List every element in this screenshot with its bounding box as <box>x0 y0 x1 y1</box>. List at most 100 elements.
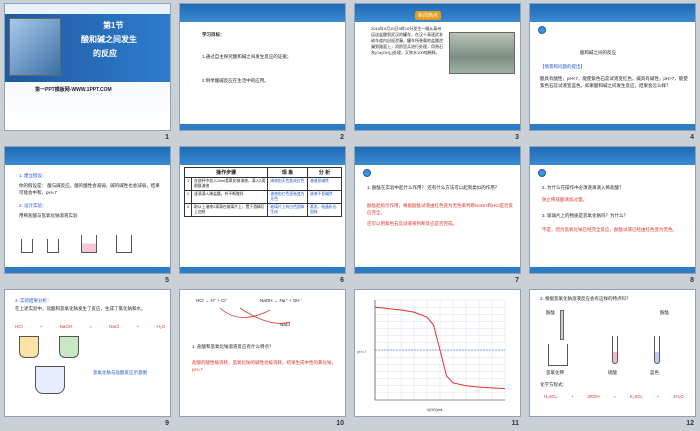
diagram-label: 氢氧化钠与盐酸反应示意图 <box>93 370 147 375</box>
test-tube-1 <box>612 336 618 364</box>
eq-term: = <box>89 324 93 329</box>
dropper-1 <box>560 310 564 340</box>
slide-6[interactable]: 操作步骤 现 象 分 析 1 在烧杯中加入10ml氢氧化钠溶液，滴入2滴酚酞溶液… <box>179 146 346 274</box>
eq-term: + <box>39 324 43 329</box>
ref-line-label: pH=7 <box>357 350 367 354</box>
slide-header-bar <box>180 147 345 165</box>
slide-footer-bar <box>355 267 520 273</box>
col-header: 分 析 <box>306 167 343 178</box>
table-header-row: 操作步骤 现 象 分 析 <box>183 167 343 178</box>
slide-title-2: 酸和碱之间发生 <box>81 35 137 44</box>
slide-footer-bar <box>180 124 345 130</box>
slide-number: 3 <box>515 134 519 141</box>
label-koh: 氢氧化钾 <box>546 370 564 375</box>
table-cell: 溶液显碱性 <box>306 177 343 191</box>
slide-5[interactable]: 1. 建立假设： 你的假设是： 酸与碱反应，酸的酸性会减弱，碱的碱性也会减弱，结… <box>4 146 171 274</box>
apparatus-diagram <box>21 225 141 253</box>
slide-header-bar <box>530 147 695 165</box>
slide-header-bar <box>355 147 520 165</box>
eq-term: H₂SO₄ <box>544 394 558 399</box>
design-text: 用稀盐酸与氢氧化钠溶液实验 <box>19 213 78 218</box>
eq-term: 2KOH <box>587 394 600 399</box>
slide-thumb-2[interactable]: 学习目标： 1.通过自主探究酸和碱之间发生反应的证据； 2.例举酸碱反应在生活中… <box>177 2 348 141</box>
label-blue: 蓝色 <box>650 370 659 375</box>
answer-2: 还可以用紫色石蕊试液来判断反应是否完成。 <box>367 221 457 226</box>
equation-row: H₂SO₄ + 2KOH = K₂SO₄ + 2H₂O <box>544 394 684 399</box>
slide-number: 1 <box>165 134 169 141</box>
slide-11[interactable]: pH=7 V(HCl)/mL <box>354 289 521 417</box>
lab-photo <box>9 18 61 76</box>
reaction-diagram <box>19 336 89 396</box>
table-cell: 溶液不显碱性 <box>306 190 343 204</box>
slide-thumb-7[interactable]: 1. 酚酞在实验中起什么作用？ 还有什么方法可以起到类似的作用？ 酚酞起指示作用… <box>352 145 523 284</box>
slide-7[interactable]: 1. 酚酞在实验中起什么作用？ 还有什么方法可以起到类似的作用？ 酚酞起指示作用… <box>354 146 521 274</box>
tanker-photo <box>449 32 515 74</box>
slide-thumb-6[interactable]: 操作步骤 现 象 分 析 1 在烧杯中加入10ml氢氧化钠溶液，滴入2滴酚酞溶液… <box>177 145 348 284</box>
analysis-heading: 3. 实验结果分析： <box>15 298 52 303</box>
answer-1: 酚酞起指示作用，根据酚酞试液由红色变为无色来判断NaOH和HCl是否反应完全。 <box>367 203 513 215</box>
slide-footer-bar <box>5 267 170 273</box>
answer: 盐酸的酸性被消耗，氢氧化钠的碱性也被消耗，结果生成中性的氯化钠，pH=7 <box>192 360 336 372</box>
goal-label: 学习目标： <box>202 32 225 37</box>
table-cell: 溶液由无色变成红色 <box>267 177 308 191</box>
slide-1[interactable]: 第1节 酸和碱之间发生 的反应 第一PPT模板网-WWW.1PPT.COM <box>4 3 171 131</box>
ph-titration-chart <box>374 299 506 401</box>
slide-thumb-5[interactable]: 1. 建立假设： 你的假设是： 酸与碱反应，酸的酸性会减弱，碱的碱性也会减弱，结… <box>2 145 173 284</box>
slide-thumb-4[interactable]: 酸和碱之间的反应 【情景和问题的提出】 酸具有酸性，pH<7，能使紫色石蕊试液变… <box>527 2 698 141</box>
slide-thumb-8[interactable]: 2. 为什么在操作中必须逐滴滴入稀盐酸？ 防止稀盐酸滴加过量。 3. 玻璃片上的… <box>527 145 698 284</box>
news-text: 2016年9月10日9时10分发生一辆从泰州运送盐酸到武汉的罐车，在汉十高速武发… <box>371 26 443 55</box>
question: 2. 根据氢氧化钠溶液反应会有这样的特点吗？ <box>540 296 631 301</box>
slide-number: 5 <box>165 277 169 284</box>
question-text: 酸具有酸性，pH<7，能使紫色石蕊试液变红色，碱具有碱性，pH>7，能使紫色石蕊… <box>540 76 688 88</box>
slide-number: 9 <box>165 420 169 427</box>
experiment-table: 操作步骤 现 象 分 析 1 在烧杯中加入10ml氢氧化钠溶液，滴入2滴酚酞溶液… <box>183 167 343 217</box>
label-h2so4: 硫酸 <box>608 370 617 375</box>
slide-thumb-12[interactable]: 2. 根据氢氧化钠溶液反应会有这样的特点吗？ 酚酞 酚酞 氢氧化钾 硫酸 蓝色 … <box>527 288 698 427</box>
slide-number: 10 <box>336 420 344 427</box>
news-tag: 新闻热点 <box>415 11 442 20</box>
goal-item-2: 2.例举酸碱反应在生活中的应用。 <box>202 78 269 83</box>
slide-title-1: 第1节 <box>103 21 124 30</box>
slide-sorter: 第1节 酸和碱之间发生 的反应 第一PPT模板网-WWW.1PPT.COM 1 … <box>0 0 700 431</box>
slide-2[interactable]: 学习目标： 1.通过自主探究酸和碱之间发生反应的证据； 2.例举酸碱反应在生活中… <box>179 3 346 131</box>
slide-12[interactable]: 2. 根据氢氧化钠溶液反应会有这样的特点吗？ 酚酞 酚酞 氢氧化钾 硫酸 蓝色 … <box>529 289 696 417</box>
test-tube-2 <box>654 336 660 364</box>
slide-thumb-11[interactable]: pH=7 V(HCl)/mL 11 <box>352 288 523 427</box>
slide-thumb-10[interactable]: HCl → H⁺ + Cl⁻ NaOH → Na⁺ + OH⁻ NaCl 1. … <box>177 288 348 427</box>
step-hypothesis: 1. 建立假设： <box>19 173 47 178</box>
question: 1. 盐酸和氢氧化钠溶液反应有什么特点？ <box>192 344 274 349</box>
table-row: 2 逐滴滴入稀盐酸，并不断搅拌 溶液由红色逐渐变为无色 溶液不显碱性 <box>183 190 343 204</box>
slide-footer-bar <box>530 267 695 273</box>
slide-heading: 酸和碱之间的反应 <box>580 50 616 55</box>
slide-4[interactable]: 酸和碱之间的反应 【情景和问题的提出】 酸具有酸性，pH<7，能使紫色石蕊试液变… <box>529 3 696 131</box>
slide-3[interactable]: 新闻热点 2016年9月10日9时10分发生一辆从泰州运送盐酸到武汉的罐车，在汉… <box>354 3 521 131</box>
slide-number: 12 <box>686 420 694 427</box>
slide-title-3: 的反应 <box>93 49 117 58</box>
equation-label: 化学方程式： <box>540 382 567 387</box>
eq-term: NaOH <box>59 324 73 329</box>
eq-term: NaCl <box>109 324 120 329</box>
slide-thumb-9[interactable]: 3. 实验结果分析： 在上述实验中，盐酸和氢氧化钠发生了反应，生成了氯化钠和水。… <box>2 288 173 427</box>
eq-term: + <box>571 394 574 399</box>
slide-footer-bar <box>180 267 345 273</box>
slide-thumb-3[interactable]: 新闻热点 2016年9月10日9时10分发生一辆从泰州运送盐酸到武汉的罐车，在汉… <box>352 2 523 141</box>
slide-number: 4 <box>690 134 694 141</box>
beaker-1 <box>548 344 568 366</box>
hypothesis-text: 你的假设是： 酸与碱反应，酸的酸性会减弱，碱的碱性也会减弱，结果可能会中和，pH… <box>19 183 160 195</box>
slide-thumb-1[interactable]: 第1节 酸和碱之间发生 的反应 第一PPT模板网-WWW.1PPT.COM 1 <box>2 2 173 141</box>
table-cell: 溶液由红色逐渐变为无色 <box>267 190 308 204</box>
table-row: 1 在烧杯中加入10ml氢氧化钠溶液，滴入2滴酚酞溶液 溶液由无色变成红色 溶液… <box>183 177 343 191</box>
table-cell: 蒸发，结晶析出固体 <box>306 203 343 217</box>
slide-header-bar <box>530 4 695 22</box>
goal-item-1: 1.通过自主探究酸和碱之间发生反应的证据； <box>202 54 292 59</box>
equation-row: HCl + NaOH = NaCl + H₂O <box>15 324 165 329</box>
bullet-icon <box>538 169 546 177</box>
slide-10[interactable]: HCl → H⁺ + Cl⁻ NaOH → Na⁺ + OH⁻ NaCl 1. … <box>179 289 346 417</box>
ion-arrows <box>219 307 291 324</box>
question-1: 1. 酚酞在实验中起什么作用？ 还有什么方法可以起到类似的作用？ <box>367 185 500 190</box>
table-cell: 在烧杯中加入10ml氢氧化钠溶液，滴入2滴酚酞溶液 <box>191 177 269 191</box>
slide-9[interactable]: 3. 实验结果分析： 在上述实验中，盐酸和氢氧化钠发生了反应，生成了氯化钠和水。… <box>4 289 171 417</box>
eq-term: + <box>656 394 660 399</box>
slide-8[interactable]: 2. 为什么在操作中必须逐滴滴入稀盐酸？ 防止稀盐酸滴加过量。 3. 玻璃片上的… <box>529 146 696 274</box>
eq-term: 2H₂O <box>672 394 684 399</box>
